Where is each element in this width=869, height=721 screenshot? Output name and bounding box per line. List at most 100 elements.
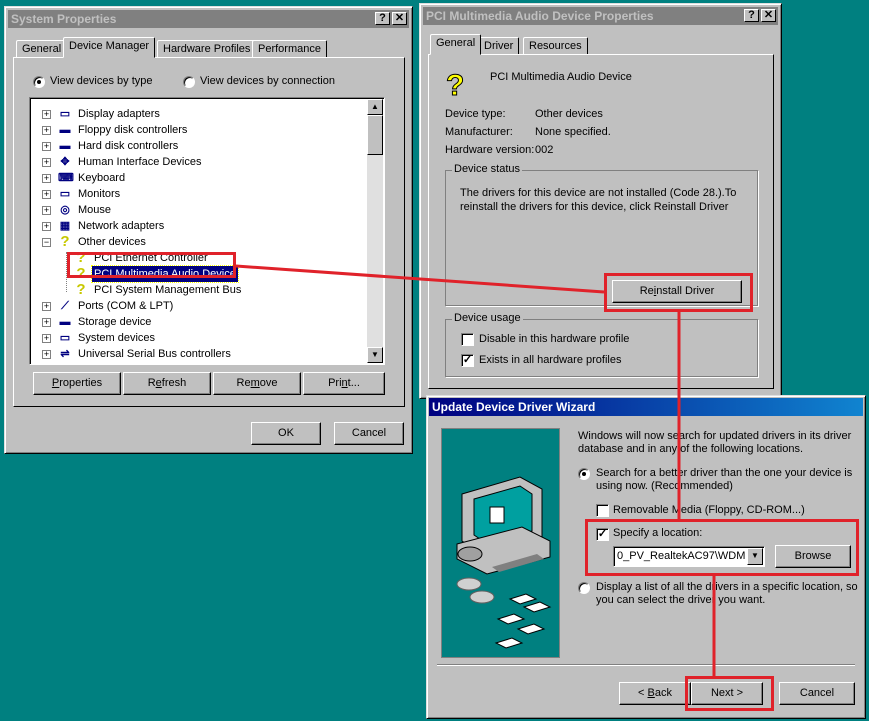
tree-item-label: Human Interface Devices — [78, 156, 202, 168]
disable-checkbox[interactable] — [461, 333, 474, 346]
tab-resources[interactable]: Resources — [523, 37, 588, 55]
search-radio[interactable] — [578, 468, 590, 480]
expand-icon[interactable]: + — [42, 206, 51, 215]
computer-icon — [456, 476, 552, 649]
search-line1[interactable]: Search for a better driver than the one … — [596, 467, 852, 479]
expand-icon[interactable]: + — [42, 318, 51, 327]
scroll-up-button[interactable]: ▲ — [367, 99, 383, 115]
exists-checkbox[interactable]: ✓ — [461, 354, 474, 367]
removable-media-label[interactable]: Removable Media (Floppy, CD-ROM...) — [613, 504, 805, 516]
search-line2[interactable]: using now. (Recommended) — [596, 480, 733, 492]
cancel-button[interactable]: Cancel — [779, 682, 855, 705]
system-properties-titlebar[interactable]: System Properties ? ✕ — [8, 10, 409, 28]
status-text-line2: reinstall the drivers for this device, c… — [460, 201, 729, 213]
expand-icon[interactable]: + — [42, 158, 51, 167]
exists-label[interactable]: Exists in all hardware profiles — [479, 354, 621, 366]
device-properties-window: PCI Multimedia Audio Device Properties ?… — [419, 3, 782, 399]
collapse-icon[interactable]: − — [42, 238, 51, 247]
window-title: Update Device Driver Wizard — [432, 400, 596, 414]
tree-item-label: Storage device — [78, 316, 152, 328]
network-icon: ▦ — [59, 220, 71, 232]
expand-icon[interactable]: + — [42, 174, 51, 183]
question-icon: ? — [60, 233, 70, 250]
keyboard-icon: ⌨ — [58, 172, 74, 184]
question-icon: ? — [446, 69, 465, 100]
tree-item-label: Hard disk controllers — [78, 140, 179, 152]
highlight-reinstall-driver — [604, 273, 753, 312]
expand-icon[interactable]: + — [42, 222, 51, 231]
tree-item-label: PCI System Management Bus — [94, 284, 242, 296]
intro-line1: Windows will now search for updated driv… — [578, 430, 852, 442]
wizard-titlebar[interactable]: Update Device Driver Wizard — [429, 398, 863, 416]
mouse-icon: ◎ — [60, 204, 70, 216]
expand-icon[interactable]: + — [42, 110, 51, 119]
expand-icon[interactable]: + — [42, 126, 51, 135]
svg-text:?: ? — [446, 69, 464, 99]
device-type-value: Other devices — [535, 108, 603, 120]
tab-general[interactable]: General — [430, 34, 482, 55]
question-icon: ? — [76, 281, 86, 298]
wizard-illustration — [441, 428, 560, 658]
manufacturer-value: None specified. — [535, 126, 611, 138]
tab-driver[interactable]: Driver — [478, 37, 520, 55]
tree-item-label: Ports (COM & LPT) — [78, 300, 174, 312]
hardware-version-label: Hardware version: — [445, 144, 535, 156]
view-by-type-label[interactable]: View devices by type — [50, 75, 153, 87]
display-line1[interactable]: Display a list of all the drivers in a s… — [596, 581, 858, 593]
display-line2[interactable]: you can select the driver you want. — [596, 594, 765, 606]
disable-label[interactable]: Disable in this hardware profile — [479, 333, 629, 345]
tree-scrollbar[interactable]: ▲ ▼ — [367, 99, 383, 363]
back-button[interactable]: < Back — [619, 682, 691, 705]
monitor-icon: ▭ — [59, 188, 71, 200]
scroll-thumb[interactable] — [367, 115, 383, 155]
remove-button[interactable]: Remove — [213, 372, 301, 395]
close-button[interactable]: ✕ — [761, 9, 776, 22]
intro-line2: database and in any of the following loc… — [578, 443, 804, 455]
window-title: PCI Multimedia Audio Device Properties — [426, 9, 654, 23]
manufacturer-label: Manufacturer: — [445, 126, 513, 138]
print-button[interactable]: Print... — [303, 372, 385, 395]
tab-general[interactable]: General — [16, 40, 68, 58]
storage-icon: ▬ — [59, 316, 71, 328]
close-button[interactable]: ✕ — [392, 12, 407, 25]
expand-icon[interactable]: + — [42, 142, 51, 151]
view-by-connection-radio[interactable] — [183, 76, 195, 88]
disk-icon: ▬ — [59, 140, 71, 152]
expand-icon[interactable]: + — [42, 190, 51, 199]
device-status-title: Device status — [452, 163, 523, 175]
device-tree[interactable]: + ▭ Display adapters + ▬ Floppy disk controll… — [29, 97, 385, 365]
view-by-connection-label[interactable]: View devices by connection — [200, 75, 335, 87]
expand-icon[interactable]: + — [42, 350, 51, 359]
tree-item-label: Network adapters — [78, 220, 165, 232]
hardware-version-value: 002 — [535, 144, 554, 156]
highlight-specify-location — [585, 519, 859, 576]
expand-icon[interactable]: + — [42, 302, 51, 311]
scroll-down-button[interactable]: ▼ — [367, 347, 383, 363]
tab-device-manager[interactable]: Device Manager — [63, 37, 156, 58]
view-by-type-radio[interactable] — [33, 76, 45, 88]
properties-button[interactable]: Properties — [33, 372, 121, 395]
device-name: PCI Multimedia Audio Device — [490, 71, 632, 83]
system-properties-window: System Properties ? ✕ General Device Man… — [4, 6, 413, 454]
device-properties-titlebar[interactable]: PCI Multimedia Audio Device Properties ?… — [423, 7, 778, 25]
highlight-audio-device — [67, 252, 236, 278]
help-button[interactable]: ? — [744, 9, 759, 22]
removable-media-checkbox[interactable] — [596, 504, 609, 517]
tree-item-label: Keyboard — [78, 172, 126, 184]
cancel-button[interactable]: Cancel — [334, 422, 404, 445]
device-usage-group: Device usage Disable in this hardware pr… — [445, 312, 758, 377]
highlight-next-button — [685, 676, 774, 711]
refresh-button[interactable]: Refresh — [123, 372, 211, 395]
status-text-line1: The drivers for this device are not inst… — [460, 187, 737, 199]
port-icon: ⟋ — [61, 300, 69, 312]
tab-hardware-profiles[interactable]: Hardware Profiles — [157, 40, 257, 58]
ok-button[interactable]: OK — [251, 422, 321, 445]
expand-icon[interactable]: + — [42, 334, 51, 343]
tree-item-label: Universal Serial Bus controllers — [78, 348, 231, 360]
window-title: System Properties — [11, 12, 117, 26]
system-icon: ▭ — [59, 332, 71, 344]
help-button[interactable]: ? — [375, 12, 390, 25]
tree-item-label: Other devices — [78, 236, 146, 248]
display-list-radio[interactable] — [578, 582, 590, 594]
tab-performance[interactable]: Performance — [252, 40, 327, 58]
